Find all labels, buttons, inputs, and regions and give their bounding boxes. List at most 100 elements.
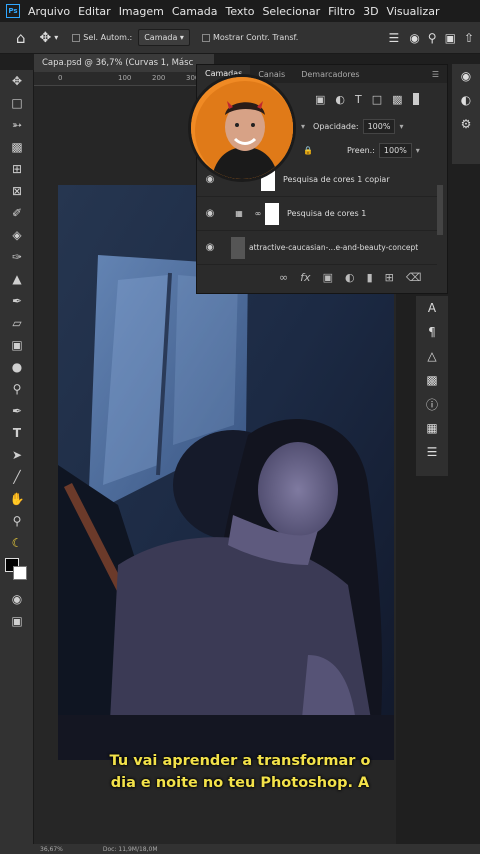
history-brush-tool-icon[interactable]: ✒ [0,290,34,312]
chevron-down-icon[interactable]: ▾ [416,146,420,155]
subtitle-line-1: Tu vai aprender a transformar o [109,753,371,769]
filter-shape-icon[interactable]: □ [372,93,382,106]
trash-icon[interactable]: ⌫ [406,271,422,284]
menu-selecionar[interactable]: Selecionar [262,5,320,18]
layers-scrollbar[interactable] [437,185,443,235]
zoom-level[interactable]: 36,67% [40,846,63,853]
menu-texto[interactable]: Texto [225,5,254,18]
layer-name: attractive-caucasian-...e-and-beauty-con… [249,243,419,252]
hand-tool-icon[interactable]: ✋ [0,488,34,510]
add-mask-icon[interactable]: ▣ [323,271,333,284]
glyphs-panel-icon[interactable]: △ [416,344,448,368]
filter-adjustment-icon[interactable]: ◐ [335,93,345,106]
chevron-down-icon[interactable]: ▾ [399,122,403,131]
info-panel-icon[interactable]: ⓘ [416,392,448,416]
status-bar: 36,67% Doc: 11,9M/18,0M [0,844,480,854]
crop-tool-icon[interactable]: ⊞ [0,158,34,180]
menu-arquivo[interactable]: Arquivo [28,5,70,18]
opacity-input[interactable]: 100% [362,119,396,134]
eye-icon[interactable]: ◉ [201,242,219,253]
options-bar: ⌂ ✥ ▾ Sel. Autom.: Camada ▾ Mostrar Cont… [0,22,480,54]
panel-menu-icon[interactable]: ☰ [424,70,447,79]
table-panel-icon[interactable]: ▦ [416,416,448,440]
photoshop-logo-icon: Ps [6,4,20,18]
workspace-icon[interactable]: ▣ [445,31,456,45]
menu-3d[interactable]: 3D [363,5,378,18]
dodge-tool-icon[interactable]: ⚲ [0,378,34,400]
share-icon[interactable]: ⇧ [464,31,474,45]
move-tool-icon[interactable]: ✥ [0,70,34,92]
auto-select-label: Sel. Autom.: [83,33,133,42]
smart-object-thumbnail [231,236,245,259]
search-icon[interactable]: ⚲ [428,31,437,45]
pen-tool-icon[interactable]: ✒ [0,400,34,422]
filter-smart-icon[interactable]: ▩ [392,93,402,106]
menu-editar[interactable]: Editar [78,5,111,18]
lasso-tool-icon[interactable]: ➳ [0,114,34,136]
opacity-label: Opacidade: [313,122,359,131]
auto-select-dropdown[interactable]: Camada ▾ [138,29,190,46]
eyedropper-tool-icon[interactable]: ✐ [0,202,34,224]
show-transform-checkbox[interactable] [201,33,210,42]
marquee-tool-icon[interactable]: □ [0,92,34,114]
frame-tool-icon[interactable]: ⊠ [0,180,34,202]
styles-panel-icon[interactable]: ▩ [416,368,448,392]
gradient-tool-icon[interactable]: ▣ [0,334,34,356]
properties-panel-icon[interactable]: ☰ [416,440,448,464]
chevron-down-icon[interactable]: ▾ [54,33,58,42]
filter-toggle[interactable] [412,93,419,105]
object-select-tool-icon[interactable]: ▩ [0,136,34,158]
menu-camada[interactable]: Camada [172,5,218,18]
layer-row[interactable]: ◉ attractive-caucasian-...e-and-beauty-c… [197,231,437,265]
background-color-swatch[interactable] [13,566,27,580]
auto-select-checkbox[interactable] [72,33,81,42]
paths-icon[interactable]: ⚙ [452,112,480,136]
stamp-tool-icon[interactable]: ▲ [0,268,34,290]
eraser-tool-icon[interactable]: ▱ [0,312,34,334]
adjustment-layer-icon[interactable]: ◐ [345,271,355,284]
align-icon[interactable]: ☰ [389,31,400,45]
layer-filter-icons: ▣ ◐ T □ ▩ [315,93,419,106]
banana-icon[interactable]: ☾ [0,532,34,554]
character-panel-icon[interactable]: A [416,296,448,320]
path-select-tool-icon[interactable]: ➤ [0,444,34,466]
menu-imagem[interactable]: Imagem [119,5,164,18]
move-tool-icon[interactable]: ✥ [40,30,52,46]
tab-demarcadores[interactable]: Demarcadores [293,70,367,79]
blur-tool-icon[interactable]: ● [0,356,34,378]
menu-filtro[interactable]: Filtro [328,5,355,18]
learn-icon[interactable]: ◉ [452,64,480,88]
link-layers-icon[interactable]: ∞ [279,271,288,284]
group-folder-icon[interactable]: ▮ [367,271,373,284]
layer-mask-thumbnail [265,202,279,225]
eye-icon[interactable]: ◉ [201,208,219,219]
home-icon[interactable]: ⌂ [16,29,26,47]
fill-control: 🔒 Preen.: 100% ▾ [303,143,420,158]
video-subtitle: Tu vai aprender a transformar o dia e no… [80,750,400,794]
paragraph-panel-icon[interactable]: ¶ [416,320,448,344]
healing-tool-icon[interactable]: ◈ [0,224,34,246]
screen-mode-icon[interactable]: ▣ [0,610,34,632]
subtitle-line-2: dia e noite no teu Photoshop. A [110,775,370,791]
zoom-tool-icon[interactable]: ⚲ [0,510,34,532]
layer-row[interactable]: ◉ ▦ ∞ Pesquisa de cores 1 [197,197,437,231]
type-tool-icon[interactable]: T [0,422,34,444]
fill-label: Preen.: [346,146,375,155]
layer-name: Pesquisa de cores 1 [287,209,367,218]
menu-visualizar[interactable]: Visualizar [387,5,440,18]
ruler-tick: 200 [152,74,166,82]
quick-mask-icon[interactable]: ◉ [0,588,34,610]
document-tab[interactable]: Capa.psd @ 36,7% (Curvas 1, Másc [34,54,214,72]
new-layer-icon[interactable]: ⊞ [385,271,394,284]
adjustments-icon[interactable]: ◐ [452,88,480,112]
3d-mode-icon[interactable]: ◉ [409,31,419,45]
fill-input[interactable]: 100% [378,143,412,158]
filter-image-icon[interactable]: ▣ [315,93,325,106]
brush-tool-icon[interactable]: ✑ [0,246,34,268]
color-swatches[interactable] [0,554,34,588]
filter-type-icon[interactable]: T [355,93,362,106]
lock-icon[interactable]: 🔒 [303,146,313,155]
line-tool-icon[interactable]: ╱ [0,466,34,488]
chevron-down-icon[interactable]: ▾ [301,122,305,131]
fx-icon[interactable]: fx [300,271,310,284]
